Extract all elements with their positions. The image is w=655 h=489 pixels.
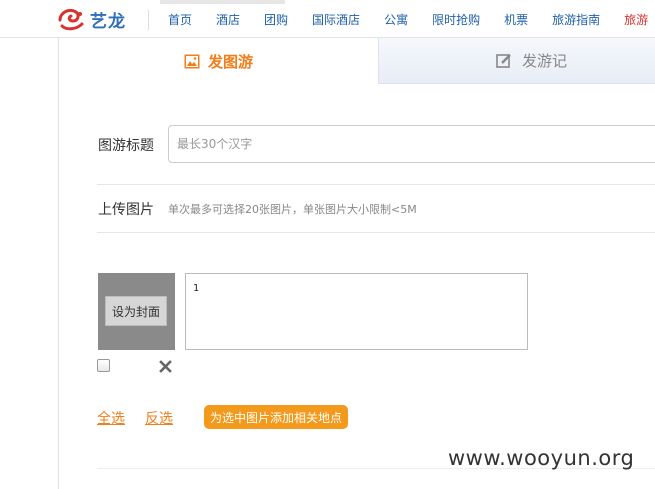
elong-dragon-icon xyxy=(58,8,84,31)
edit-icon xyxy=(496,53,511,68)
divider xyxy=(97,184,655,185)
nav-divider xyxy=(148,10,149,30)
tab-travel-journal-label: 发游记 xyxy=(522,52,568,70)
set-cover-button[interactable]: 设为封面 xyxy=(105,296,167,326)
logo-text: 艺龙 xyxy=(90,11,126,32)
top-strip xyxy=(160,0,285,4)
content-left-border xyxy=(58,38,59,489)
select-all-link[interactable]: 全选 xyxy=(97,408,125,428)
top-navigation-bar: 艺龙 首页 酒店 团购 国际酒店 公寓 限时抢购 机票 旅游指南 旅游 xyxy=(0,0,655,38)
elong-logo[interactable]: 艺龙 xyxy=(56,6,126,32)
nav-flash-sale[interactable]: 限时抢购 xyxy=(432,11,480,29)
upload-hint: 单次最多可选择20张图片，单张图片大小限制<5M xyxy=(168,203,417,216)
photo-description-input[interactable]: 1 xyxy=(185,273,528,350)
nav-hotels[interactable]: 酒店 xyxy=(216,11,240,29)
divider xyxy=(97,232,655,233)
delete-photo-icon[interactable] xyxy=(158,358,173,374)
photo-select-checkbox[interactable] xyxy=(97,359,110,372)
title-input[interactable] xyxy=(168,125,655,163)
nav-travel-guide[interactable]: 旅游指南 xyxy=(552,11,600,29)
nav-group-buy[interactable]: 团购 xyxy=(264,11,288,29)
nav-travel[interactable]: 旅游 xyxy=(624,11,648,29)
invert-selection-link[interactable]: 反选 xyxy=(145,408,173,428)
nav-flights[interactable]: 机票 xyxy=(504,11,528,29)
main-nav: 首页 酒店 团购 国际酒店 公寓 限时抢购 机票 旅游指南 旅游 xyxy=(168,11,655,29)
nav-home[interactable]: 首页 xyxy=(168,11,192,29)
nav-intl-hotels[interactable]: 国际酒店 xyxy=(312,11,360,29)
nav-apartments[interactable]: 公寓 xyxy=(384,11,408,29)
upload-field-label: 上传图片 xyxy=(98,202,154,218)
add-location-button[interactable]: 为选中图片添加相关地点 xyxy=(204,405,349,429)
title-field-label: 图游标题 xyxy=(98,138,154,154)
picture-icon xyxy=(184,54,200,68)
tab-photo-post[interactable]: 发图游 xyxy=(59,38,378,84)
tab-photo-post-label: 发图游 xyxy=(207,52,253,71)
tab-travel-journal[interactable]: 发游记 xyxy=(378,38,655,84)
watermark: www.wooyun.org xyxy=(448,446,635,470)
